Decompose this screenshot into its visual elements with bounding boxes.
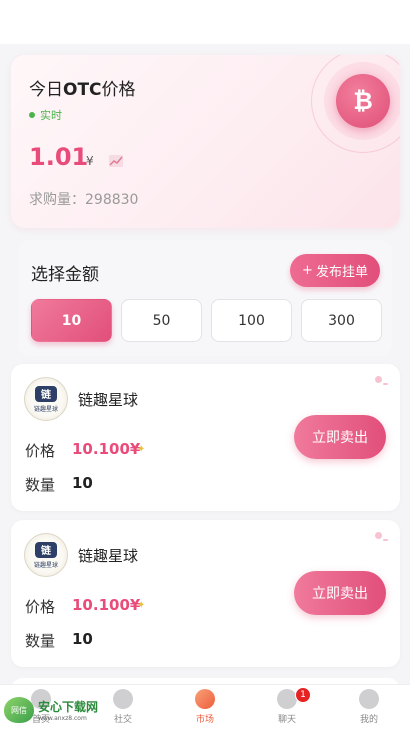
price-label: 价格 <box>25 598 56 616</box>
watermark-title: 安心下载网 <box>38 700 99 714</box>
tab-market[interactable]: 市场 <box>175 689 235 725</box>
social-icon <box>113 689 133 709</box>
merchant-avatar: 链 链趣星球 <box>24 533 68 577</box>
amount-selector: 选择金额 + 发布挂单 10 50 100 300 <box>18 240 392 356</box>
merchant-logo-icon: 链 <box>35 385 57 402</box>
amount-option-100[interactable]: 100 <box>211 299 292 342</box>
sparkle-icon: ✦ <box>137 444 146 455</box>
tab-profile[interactable]: 我的 <box>339 689 399 725</box>
amount-option-50[interactable]: 50 <box>121 299 202 342</box>
listing-card: 链 链趣星球 链趣星球 价格 10.100¥ ✦ 数量 10 立即卖出 <box>11 364 400 511</box>
amount-label: 选择金额 <box>31 265 99 285</box>
market-icon <box>195 689 215 709</box>
decoration-dot <box>375 532 382 539</box>
quantity-label: 数量 <box>25 476 56 494</box>
merchant-logo-text: 链趣星球 <box>33 561 58 569</box>
amount-option-10[interactable]: 10 <box>31 299 112 342</box>
sparkle-icon: ✦ <box>137 600 146 611</box>
chat-icon <box>277 689 297 709</box>
otc-price: 1.01 <box>29 143 89 171</box>
tab-label: 社交 <box>113 715 132 725</box>
quantity-label: 数量 <box>25 632 56 650</box>
merchant-logo-text: 链趣星球 <box>33 405 58 413</box>
publish-order-button[interactable]: + 发布挂单 <box>290 254 380 287</box>
otc-price-card: ₿ 今日OTC价格 实时 1.01 ¥ 求购量：298830 <box>11 55 400 228</box>
bitcoin-icon: ₿ <box>336 74 390 128</box>
tab-label: 我的 <box>359 715 378 725</box>
title-prefix: 今日 <box>29 80 63 100</box>
live-indicator: 实时 <box>29 107 62 123</box>
watermark-logo-icon: 网信 <box>4 697 34 723</box>
watermark: 网信 安心下载网 www.anxz8.com <box>4 697 98 723</box>
amount-option-300[interactable]: 300 <box>301 299 382 342</box>
merchant-logo-icon: 链 <box>35 541 57 558</box>
live-label: 实时 <box>40 109 62 122</box>
merchant-name: 链趣星球 <box>78 391 139 409</box>
tab-label: 市场 <box>195 715 214 725</box>
listing-quantity: 10 <box>72 630 93 648</box>
decoration-dash <box>383 383 388 385</box>
listing-price: 10.100¥ <box>72 440 141 458</box>
otc-title: 今日OTC价格 <box>29 75 136 100</box>
title-suffix: 价格 <box>101 80 136 100</box>
listing-price: 10.100¥ <box>72 596 141 614</box>
decoration-dot <box>375 376 382 383</box>
plus-icon: + <box>302 263 313 278</box>
unread-badge: 1 <box>295 687 311 703</box>
merchant-name: 链趣星球 <box>78 547 139 565</box>
status-bar <box>0 0 410 44</box>
listing-quantity: 10 <box>72 474 93 492</box>
demand-quantity: 求购量：298830 <box>29 192 139 208</box>
watermark-url: www.anxz8.com <box>38 715 87 722</box>
title-bold: OTC <box>63 80 102 100</box>
currency-unit: ¥ <box>86 154 94 168</box>
price-label: 价格 <box>25 442 56 460</box>
tab-label: 聊天 <box>277 715 296 725</box>
amount-options: 10 50 100 300 <box>31 299 382 342</box>
publish-order-label: 发布挂单 <box>315 265 368 280</box>
live-dot-icon <box>29 112 35 118</box>
tab-chat[interactable]: 1 聊天 <box>257 687 317 725</box>
profile-icon <box>359 689 379 709</box>
sell-now-button[interactable]: 立即卖出 <box>294 571 386 615</box>
merchant-avatar: 链 链趣星球 <box>24 377 68 421</box>
decoration-dash <box>383 539 388 541</box>
coin-symbol: ₿ <box>353 86 373 115</box>
tab-social[interactable]: 社交 <box>93 689 153 725</box>
watermark-text: 安心下载网 www.anxz8.com <box>38 698 98 722</box>
sell-now-button[interactable]: 立即卖出 <box>294 415 386 459</box>
trend-chart-icon[interactable] <box>108 153 124 169</box>
listing-card: 链 链趣星球 链趣星球 价格 10.100¥ ✦ 数量 10 立即卖出 <box>11 520 400 667</box>
